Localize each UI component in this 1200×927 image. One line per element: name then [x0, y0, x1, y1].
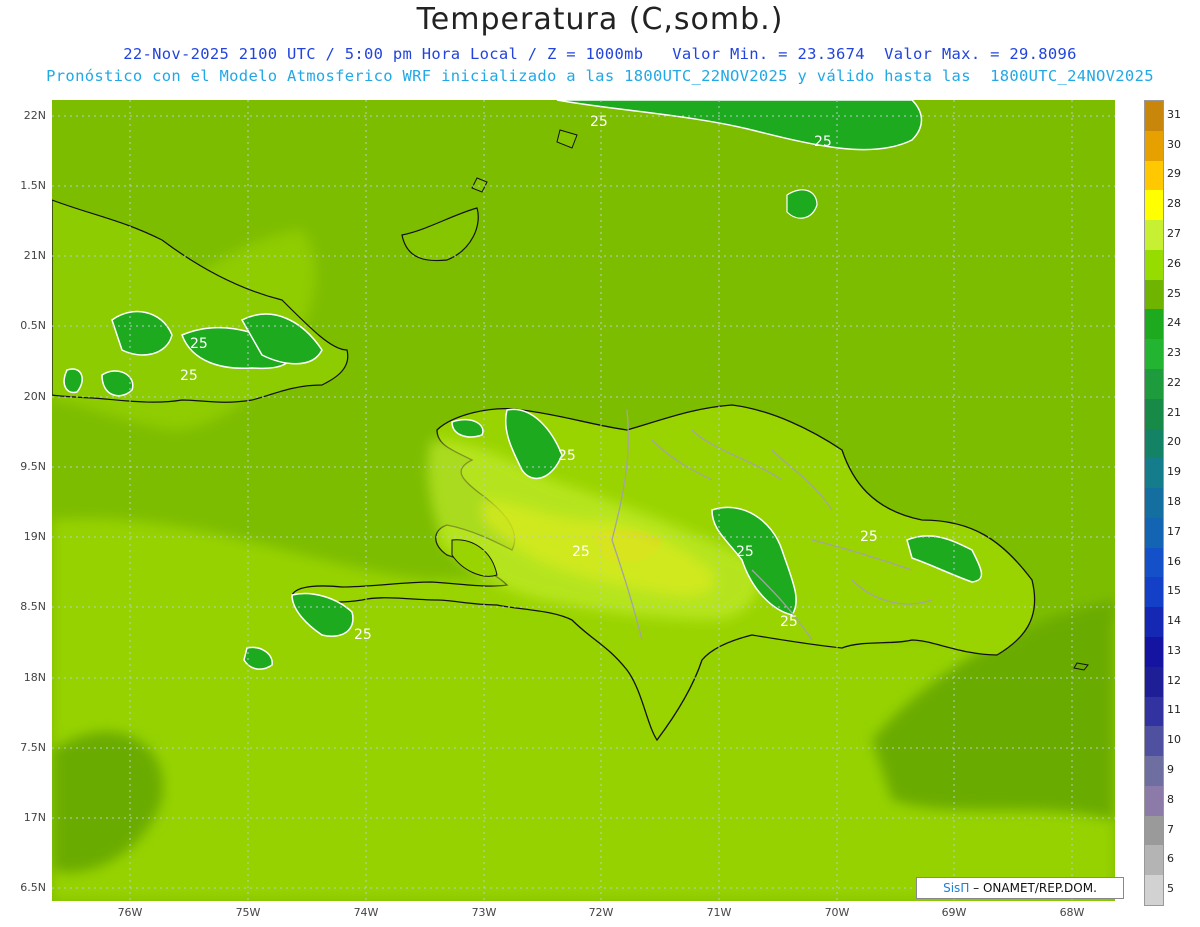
legend-value: 8 — [1167, 792, 1174, 806]
contour-label: 25 — [180, 368, 198, 384]
legend-swatch — [1145, 398, 1163, 430]
legend-value: 14 — [1167, 614, 1181, 628]
legend-value: 23 — [1167, 346, 1181, 360]
lat-label: 18N — [23, 671, 46, 684]
legend-value: 19 — [1167, 465, 1181, 479]
legend-value: 7 — [1167, 822, 1174, 836]
legend-swatch — [1145, 339, 1163, 370]
sispi-brand: SisΠ — [943, 881, 970, 895]
legend-swatch — [1145, 249, 1163, 281]
contour-label: 25 — [860, 529, 878, 545]
legend-value: 15 — [1167, 584, 1181, 598]
contour-label: 25 — [814, 134, 832, 150]
lon-label: 69W — [941, 906, 967, 919]
legend-value: 12 — [1167, 673, 1181, 687]
legend-swatch — [1145, 637, 1163, 668]
legend-swatch — [1145, 547, 1163, 578]
legend-value: 21 — [1167, 405, 1181, 419]
lon-label: 73W — [471, 906, 497, 919]
lat-label: 9.5N — [20, 460, 46, 473]
credit-text: – ONAMET/REP.DOM. — [973, 881, 1097, 895]
legend-swatch — [1145, 309, 1163, 340]
contour-label: 25 — [736, 544, 754, 560]
legend-swatch — [1145, 458, 1163, 489]
legend-value: 24 — [1167, 316, 1181, 330]
lon-label: 68W — [1059, 906, 1085, 919]
legend-swatch — [1145, 696, 1163, 727]
lon-label: 75W — [235, 906, 261, 919]
legend-swatch — [1145, 101, 1163, 132]
legend-swatch — [1145, 845, 1163, 876]
legend-value: 10 — [1167, 733, 1181, 747]
legend-value: 16 — [1167, 554, 1181, 568]
legend-value: 26 — [1167, 256, 1181, 270]
lat-label: 0.5N — [20, 319, 46, 332]
legend-swatch — [1145, 815, 1163, 846]
cuba-cool-patch-4 — [63, 368, 83, 394]
legend-value: 9 — [1167, 763, 1174, 776]
legend-value: 25 — [1167, 286, 1181, 300]
legend-swatch — [1145, 279, 1163, 310]
legend-swatch — [1145, 130, 1163, 162]
legend-swatch — [1145, 756, 1163, 787]
legend-swatch — [1145, 726, 1163, 757]
credit-box: SisΠ – ONAMET/REP.DOM. — [916, 877, 1124, 899]
legend-value: 11 — [1167, 703, 1181, 717]
legend-swatch — [1145, 875, 1163, 906]
lat-label: 7.5N — [20, 741, 46, 754]
legend-swatch — [1145, 488, 1163, 519]
legend-value: 20 — [1167, 435, 1181, 449]
contour-label: 25 — [780, 614, 798, 630]
temperature-color-legend — [1144, 100, 1164, 906]
contour-label: 25 — [190, 336, 208, 352]
legend-swatch — [1145, 666, 1163, 698]
legend-swatch — [1145, 607, 1163, 638]
model-info-line: Pronóstico con el Modelo Atmosferico WRF… — [46, 67, 1154, 85]
lat-label: 17N — [23, 811, 46, 824]
legend-swatch — [1145, 785, 1163, 817]
bahamas-island-small — [786, 189, 818, 219]
legend-swatch — [1145, 220, 1163, 251]
lon-label: 70W — [824, 906, 850, 919]
temperature-map: 25 25 25 25 25 25 25 25 25 25 — [52, 100, 1115, 901]
legend-value: 5 — [1167, 882, 1174, 896]
legend-value: 31 — [1167, 107, 1181, 121]
lat-label: 1.5N — [20, 179, 46, 192]
legend-value: 22 — [1167, 375, 1181, 389]
lat-label: 20N — [23, 390, 46, 403]
lat-label: 6.5N — [20, 881, 46, 894]
legend-value: 30 — [1167, 137, 1181, 151]
contour-label: 25 — [590, 114, 608, 130]
legend-value: 17 — [1167, 524, 1181, 538]
contour-label: 25 — [572, 544, 590, 560]
legend-swatch — [1145, 160, 1163, 191]
legend-value: 29 — [1167, 167, 1181, 181]
lon-label: 74W — [353, 906, 379, 919]
lat-label: 21N — [23, 249, 46, 262]
legend-swatch — [1145, 517, 1163, 549]
contour-label: 25 — [354, 627, 372, 643]
legend-swatch — [1145, 190, 1163, 221]
legend-swatch — [1145, 428, 1163, 459]
lat-label: 22N — [23, 109, 46, 122]
legend-value: 27 — [1167, 227, 1181, 240]
forecast-time-line: 22-Nov-2025 2100 UTC / 5:00 pm Hora Loca… — [123, 45, 1077, 63]
legend-value: 6 — [1167, 852, 1174, 866]
lon-label: 76W — [117, 906, 143, 919]
legend-value: 13 — [1167, 643, 1181, 657]
legend-value: 28 — [1167, 197, 1181, 211]
lon-label: 71W — [706, 906, 732, 919]
lat-label: 8.5N — [20, 600, 46, 613]
lon-label: 72W — [588, 906, 614, 919]
contour-label: 25 — [558, 448, 576, 464]
legend-swatch — [1145, 369, 1163, 400]
legend-value: 18 — [1167, 495, 1181, 508]
legend-swatch — [1145, 577, 1163, 608]
lat-label: 19N — [23, 530, 46, 543]
map-title: Temperatura (C,somb.) — [416, 2, 784, 37]
